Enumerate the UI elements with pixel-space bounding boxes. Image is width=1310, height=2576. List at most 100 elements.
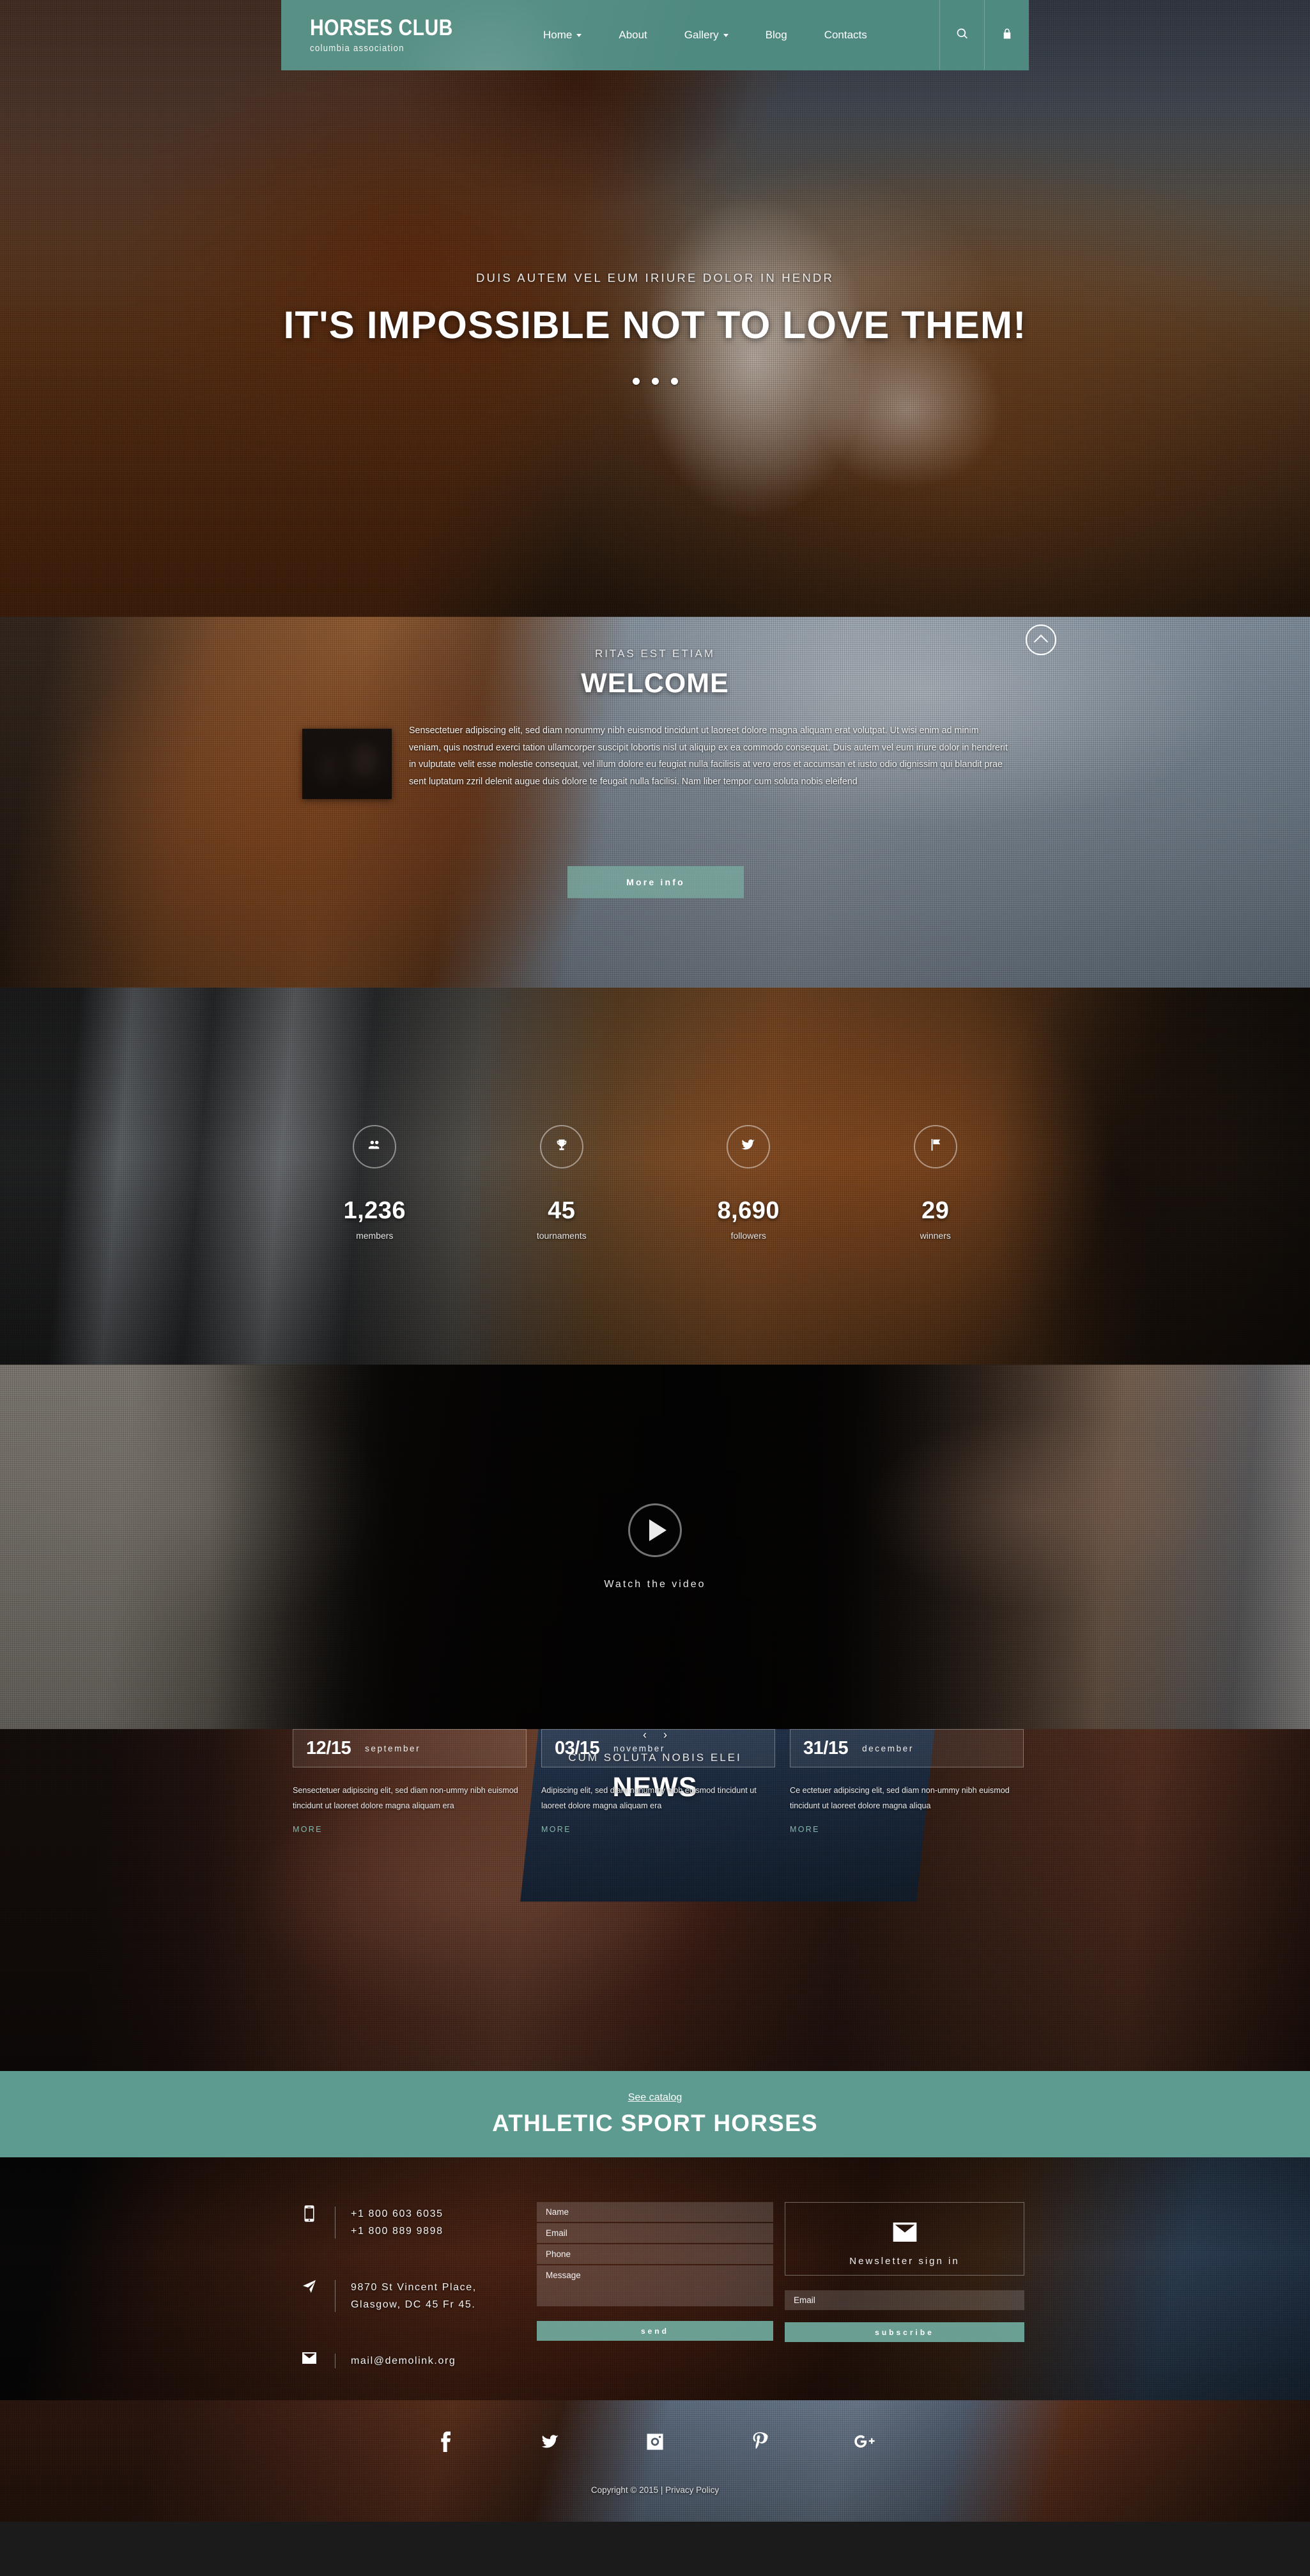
welcome-paragraph: Sensectetuer adipiscing elit, sed diam n… [409, 725, 1008, 787]
welcome-thumbnail-image [302, 729, 392, 799]
slider-dot-3[interactable] [670, 377, 678, 385]
news-more-link[interactable]: MORE [293, 1825, 323, 1834]
stat-icon-circle [539, 1124, 583, 1168]
address-line-1: 9870 St Vincent Place, [351, 2282, 477, 2293]
stat-label: winners [920, 1230, 951, 1241]
nav-item-blog[interactable]: Blog [766, 29, 787, 42]
main-navigation: Home About Gallery Blog Contacts [543, 29, 939, 42]
stat-members: 1,236 members [281, 1124, 468, 1241]
contact-address-values: 9870 St Vincent Place, Glasgow, DC 45 Fr… [351, 2279, 477, 2313]
send-button[interactable]: send [537, 2321, 773, 2341]
chevron-down-icon [723, 33, 728, 37]
more-info-button[interactable]: More info [567, 866, 744, 898]
news-excerpt: Ce ectetuer adipiscing elit, sed diam no… [790, 1786, 1010, 1810]
phone-2[interactable]: +1 800 889 9898 [351, 2223, 443, 2240]
facebook-icon[interactable] [432, 2428, 459, 2455]
address-line-2: Glasgow, DC 45 Fr 45. [351, 2299, 476, 2310]
hero-slider-dots[interactable] [632, 377, 678, 385]
privacy-policy-link[interactable]: Privacy Policy [665, 2485, 719, 2495]
stat-label: followers [730, 1230, 766, 1241]
contact-phone-row: +1 800 603 6035 +1 800 889 9898 [293, 2205, 548, 2240]
news-content: CUM SOLUTA NOBIS ELEI NEWS 12/15 septemb… [0, 1729, 1310, 2071]
chevron-right-icon[interactable]: › [663, 1729, 667, 1741]
welcome-title: WELCOME [581, 668, 729, 699]
news-excerpt: Adipiscing elit, sed diam nonummy nibh e… [541, 1786, 757, 1810]
search-button[interactable] [939, 0, 984, 70]
news-month: november [613, 1743, 665, 1753]
email-input[interactable] [537, 2223, 773, 2243]
logo[interactable]: HORSES CLUB columbia association [310, 17, 502, 54]
newsletter-title: Newsletter sign in [849, 2256, 960, 2267]
twitter-icon[interactable] [537, 2428, 564, 2455]
twitter-bird-icon [740, 1138, 757, 1155]
hero-title: IT'S IMPOSSIBLE NOT TO LOVE THEM! [283, 303, 1027, 346]
welcome-section: RITAS EST ETIAM WELCOME Sensectetuer adi… [0, 617, 1310, 988]
google-plus-icon[interactable] [851, 2428, 878, 2455]
stat-icon-circle [353, 1124, 397, 1168]
chevron-down-icon [576, 33, 582, 37]
message-input[interactable] [537, 2265, 773, 2306]
nav-item-gallery[interactable]: Gallery [684, 29, 728, 42]
pinterest-icon[interactable] [746, 2428, 773, 2455]
nav-item-home[interactable]: Home [543, 29, 582, 42]
news-more-link[interactable]: MORE [541, 1825, 571, 1834]
contact-form: send [537, 2202, 773, 2341]
phone-1[interactable]: +1 800 603 6035 [351, 2205, 443, 2223]
contact-email-value[interactable]: mail@demolink.org [351, 2352, 456, 2370]
chevron-left-icon[interactable]: ‹ [643, 1729, 647, 1741]
name-input[interactable] [537, 2202, 773, 2222]
logo-subtitle: columbia association [310, 43, 405, 54]
news-card-list: 12/15 september Sensectetuer adipiscing … [293, 1729, 1024, 1835]
trophy-icon [555, 1137, 569, 1156]
video-content: Watch the video [0, 1365, 1310, 1729]
lock-icon [1001, 27, 1013, 43]
login-button[interactable] [984, 0, 1029, 70]
stat-winners: 29 winners [842, 1124, 1029, 1241]
phone-input[interactable] [537, 2244, 773, 2264]
instagram-icon[interactable] [642, 2428, 668, 2455]
nav-label: Home [543, 29, 573, 41]
play-video-button[interactable] [628, 1503, 682, 1557]
slider-dot-2[interactable] [651, 377, 659, 385]
nav-label: Gallery [684, 29, 719, 41]
logo-title: HORSES CLUB [310, 15, 453, 40]
contact-email-row: mail@demolink.org [293, 2352, 561, 2370]
news-month: december [862, 1743, 914, 1753]
video-section: Watch the video [0, 1365, 1310, 1729]
news-section: CUM SOLUTA NOBIS ELEI NEWS 12/15 septemb… [0, 1729, 1310, 2071]
nav-item-contacts[interactable]: Contacts [824, 29, 867, 42]
newsletter-email-input[interactable] [785, 2290, 1024, 2310]
group-icon [366, 1138, 383, 1155]
nav-label: Blog [765, 29, 787, 41]
search-icon [956, 27, 969, 43]
contacts-content: +1 800 603 6035 +1 800 889 9898 9870 St … [0, 2157, 1310, 2400]
site-footer: Copyright © 2015 | Privacy Policy [0, 2400, 1310, 2522]
nav-item-about[interactable]: About [619, 29, 647, 42]
contacts-section: +1 800 603 6035 +1 800 889 9898 9870 St … [0, 2157, 1310, 2400]
news-more-link[interactable]: MORE [790, 1825, 820, 1834]
statistics-section: 1,236 members 45 tournaments 8,690 follo… [0, 988, 1310, 1365]
stat-icon-circle [727, 1124, 771, 1168]
news-card: 03/15 november Adipiscing elit, sed diam… [541, 1729, 775, 1835]
envelope-icon [891, 2223, 918, 2244]
play-icon [649, 1519, 667, 1541]
newsletter-block: Newsletter sign in subscribe [785, 2202, 1024, 2342]
footer-background-photo [0, 2400, 1310, 2522]
envelope-icon [293, 2352, 326, 2364]
hero-section: DUIS AUTEM VEL EUM IRIURE DOLOR IN HENDR… [0, 0, 1310, 617]
slider-dot-1[interactable] [632, 377, 640, 385]
stat-followers: 8,690 followers [655, 1124, 842, 1241]
news-excerpt: Sensectetuer adipiscing elit, sed diam n… [293, 1786, 518, 1810]
stat-value: 8,690 [717, 1197, 780, 1224]
see-catalog-link[interactable]: See catalog [628, 2092, 682, 2104]
stat-value: 45 [548, 1197, 576, 1224]
stats-row: 1,236 members 45 tournaments 8,690 follo… [0, 988, 1310, 1365]
catalog-banner: See catalog ATHLETIC SPORT HORSES [0, 2071, 1310, 2157]
stat-icon-circle [913, 1124, 957, 1168]
flag-icon [929, 1137, 943, 1156]
site-header: HORSES CLUB columbia association Home Ab… [281, 0, 1029, 70]
stat-value: 1,236 [343, 1197, 406, 1224]
news-carousel-controls: ‹ › [0, 1729, 1310, 1741]
landing-page: DUIS AUTEM VEL EUM IRIURE DOLOR IN HENDR… [0, 0, 1310, 2522]
subscribe-button[interactable]: subscribe [785, 2322, 1024, 2342]
